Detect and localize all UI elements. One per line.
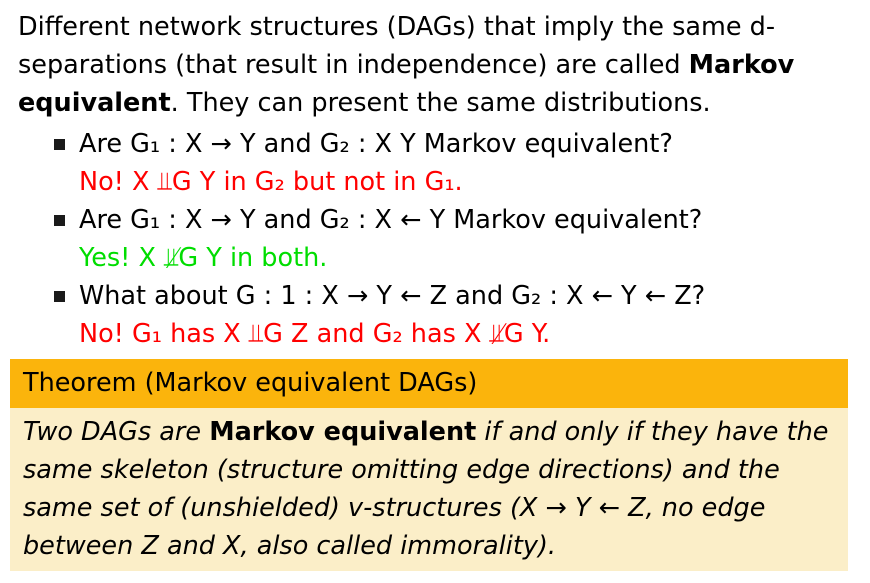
item-question: Are G₁ : X → Y and G₂ : X ← Y Markov equ… <box>79 205 703 235</box>
theorem-title: Theorem (Markov equivalent DAGs) <box>10 359 848 408</box>
theorem-text: Two DAGs are <box>23 417 210 447</box>
item-question: Are G₁ : X → Y and G₂ : X Y Markov equiv… <box>79 129 673 159</box>
theorem-block: Theorem (Markov equivalent DAGs) Two DAG… <box>10 359 848 571</box>
intro-paragraph: Different network structures (DAGs) that… <box>18 8 853 122</box>
item-answer: Yes! X ⫫̸G Y in both. <box>79 243 328 273</box>
bullet-list: Are G₁ : X → Y and G₂ : X Y Markov equiv… <box>54 125 854 353</box>
theorem-bold-term: Markov equivalent <box>209 417 477 447</box>
item-answer: No! X ⫫G Y in G₂ but not in G₁. <box>79 167 463 197</box>
square-bullet-icon <box>54 291 65 302</box>
list-item: What about G : 1 : X → Y ← Z and G₂ : X … <box>54 277 854 353</box>
item-answer: No! G₁ has X ⫫G Z and G₂ has X ⫫̸G Y. <box>79 319 551 349</box>
intro-text: Different network structures (DAGs) that… <box>18 12 776 80</box>
intro-text-end: . They can present the same distribution… <box>170 88 711 118</box>
square-bullet-icon <box>54 215 65 226</box>
item-question: What about G : 1 : X → Y ← Z and G₂ : X … <box>79 281 706 311</box>
theorem-body: Two DAGs are Markov equivalent if and on… <box>10 408 848 565</box>
square-bullet-icon <box>54 139 65 150</box>
list-item: Are G₁ : X → Y and G₂ : X ← Y Markov equ… <box>54 201 854 277</box>
list-item: Are G₁ : X → Y and G₂ : X Y Markov equiv… <box>54 125 854 201</box>
